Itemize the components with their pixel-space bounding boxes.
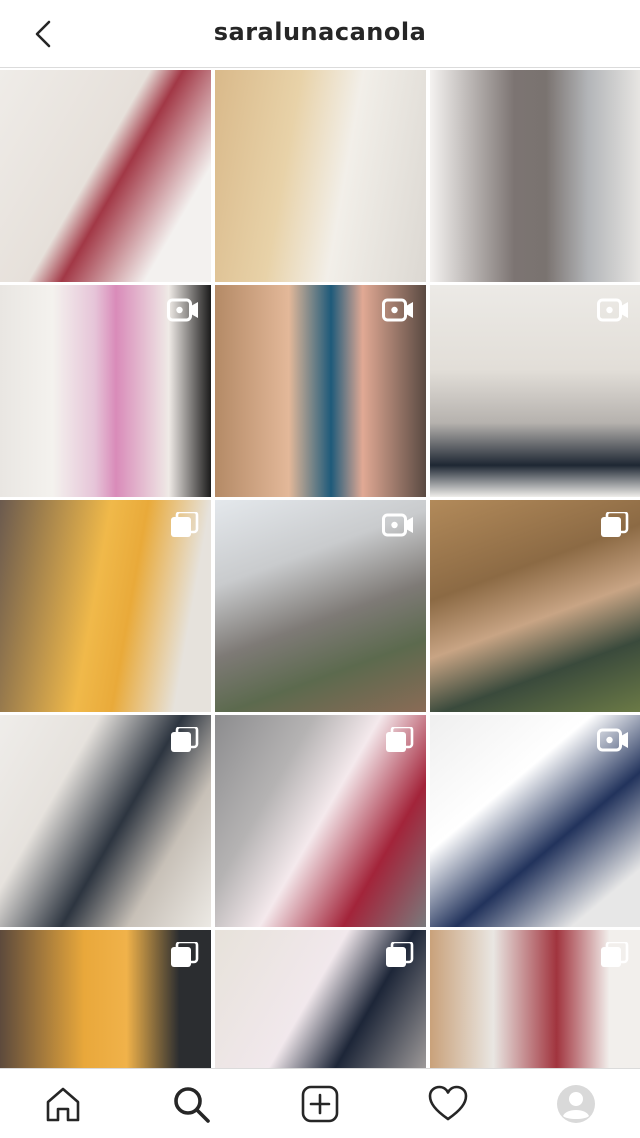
- post-thumbnail[interactable]: [215, 715, 426, 927]
- post-thumbnail[interactable]: [430, 285, 640, 497]
- carousel-icon: [171, 942, 199, 967]
- top-header: saralunacanola: [0, 0, 640, 68]
- profile-username-title: saralunacanola: [213, 18, 427, 46]
- post-thumbnail[interactable]: [430, 715, 640, 927]
- post-thumbnail[interactable]: [430, 70, 640, 282]
- igtv-icon: [382, 513, 413, 537]
- home-tab[interactable]: [42, 1083, 84, 1125]
- post-thumbnail[interactable]: [430, 500, 640, 712]
- carousel-icon: [601, 942, 629, 967]
- post-image: [430, 70, 640, 282]
- bottom-navigation-bar: [0, 1068, 640, 1138]
- home-icon: [46, 1087, 80, 1122]
- post-thumbnail[interactable]: [0, 930, 211, 1068]
- post-thumbnail[interactable]: [215, 285, 426, 497]
- post-thumbnail[interactable]: [0, 500, 211, 712]
- post-thumbnail[interactable]: [215, 70, 426, 282]
- profile-tab[interactable]: [555, 1083, 597, 1125]
- post-thumbnail[interactable]: [0, 285, 211, 497]
- search-icon: [174, 1087, 210, 1123]
- post-thumbnail[interactable]: [0, 715, 211, 927]
- igtv-icon: [597, 298, 628, 322]
- post-thumbnail[interactable]: [215, 500, 426, 712]
- igtv-icon: [597, 728, 628, 752]
- post-thumbnail[interactable]: [215, 930, 426, 1068]
- new-post-tab[interactable]: [299, 1083, 341, 1125]
- carousel-icon: [601, 512, 629, 537]
- heart-icon: [428, 1085, 468, 1121]
- carousel-icon: [171, 512, 199, 537]
- igtv-icon: [167, 298, 198, 322]
- search-tab[interactable]: [170, 1083, 212, 1125]
- carousel-icon: [386, 942, 414, 967]
- post-image: [215, 70, 426, 282]
- new-post-icon: [301, 1085, 339, 1123]
- igtv-icon: [382, 298, 413, 322]
- post-thumbnail[interactable]: [430, 930, 640, 1068]
- profile-avatar-icon: [557, 1085, 595, 1123]
- carousel-icon: [171, 727, 199, 752]
- post-image: [0, 70, 211, 282]
- carousel-icon: [386, 727, 414, 752]
- posts-grid: [0, 70, 640, 1068]
- activity-tab[interactable]: [427, 1083, 469, 1125]
- post-thumbnail[interactable]: [0, 70, 211, 282]
